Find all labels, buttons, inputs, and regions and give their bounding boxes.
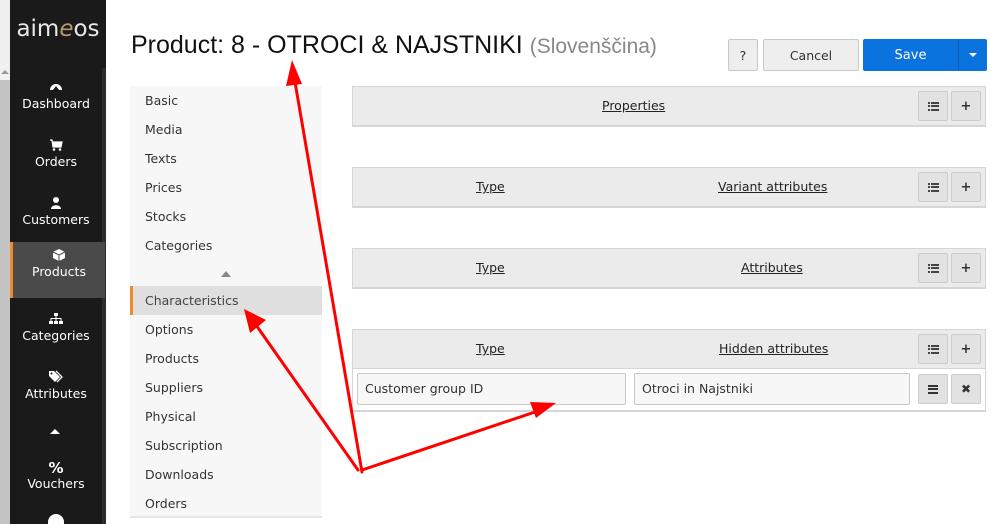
nav-label: Categories xyxy=(22,328,90,343)
dashboard-icon xyxy=(10,74,102,96)
logo-text-end: os xyxy=(73,16,100,42)
scrollbar-track[interactable] xyxy=(0,80,10,524)
list-icon xyxy=(927,263,939,273)
plus-icon: + xyxy=(960,98,972,114)
properties-panel: Properties + xyxy=(352,86,986,127)
help-button[interactable]: ? xyxy=(728,39,758,71)
comments-icon[interactable] xyxy=(48,514,64,524)
aimeos-logo[interactable]: aimeos xyxy=(10,16,106,42)
language-label: (Slovenščina) xyxy=(529,35,657,58)
columns-toggle-button[interactable] xyxy=(918,91,948,121)
list-icon xyxy=(927,182,939,192)
type-sort-link[interactable]: Type xyxy=(476,341,505,356)
scroll-up-arrow-icon[interactable] xyxy=(1,70,9,74)
tab-characteristics[interactable]: Characteristics xyxy=(130,286,322,315)
plus-icon: + xyxy=(960,179,972,195)
tab-subscription[interactable]: Subscription xyxy=(130,431,322,460)
arrow-to-customer-group-field xyxy=(360,410,537,472)
nav-item-orders[interactable]: Orders xyxy=(10,132,102,190)
close-icon: ✖ xyxy=(960,382,972,396)
page-title: Product: 8 - OTROCI & NAJSTNIKI (Slovenš… xyxy=(131,31,657,60)
columns-toggle-button[interactable] xyxy=(918,334,948,364)
tab-orders[interactable]: Orders xyxy=(130,489,322,518)
page: aimeos Dashboard Orders Customers Produc… xyxy=(0,0,997,524)
columns-toggle-button[interactable] xyxy=(918,253,948,283)
outer-scrollbar[interactable] xyxy=(0,0,10,524)
panel-header: Properties + xyxy=(353,87,985,125)
tab-suppliers[interactable]: Suppliers xyxy=(130,373,322,402)
tab-products[interactable]: Products xyxy=(130,344,322,373)
attribute-value-field[interactable]: Otroci in Najstniki xyxy=(634,373,910,405)
columns-toggle-button[interactable] xyxy=(918,172,948,202)
save-button[interactable]: Save xyxy=(863,39,958,71)
nav-item-categories[interactable]: Categories xyxy=(10,306,102,364)
tab-basic[interactable]: Basic xyxy=(130,86,322,115)
logo-text: aim xyxy=(16,16,60,42)
caret-down-icon xyxy=(968,53,977,57)
plus-icon: + xyxy=(960,260,972,276)
move-row-handle[interactable] xyxy=(918,374,948,404)
collapse-tabs-icon[interactable] xyxy=(221,271,231,277)
nav-item-customers[interactable]: Customers xyxy=(10,190,102,248)
add-variant-attribute-button[interactable]: + xyxy=(951,172,981,202)
nav-label: Orders xyxy=(34,154,78,169)
nav-item-dashboard[interactable]: Dashboard xyxy=(10,74,102,132)
bars-icon xyxy=(928,384,938,394)
tab-texts[interactable]: Texts xyxy=(130,144,322,173)
percent-icon: % xyxy=(48,459,64,477)
attributes-sort-link[interactable]: Attributes xyxy=(741,260,803,275)
tab-categories[interactable]: Categories xyxy=(130,231,322,260)
sitemap-icon xyxy=(10,306,102,328)
product-tab-list: Basic Media Texts Prices Stocks Categori… xyxy=(130,86,322,518)
tab-media[interactable]: Media xyxy=(130,115,322,144)
user-icon xyxy=(10,190,102,212)
cart-icon xyxy=(10,132,102,154)
product-title: Product: 8 - OTROCI & NAJSTNIKI xyxy=(131,31,523,59)
nav-label: Attributes xyxy=(25,386,87,401)
attribute-type-field[interactable]: Customer group ID xyxy=(357,373,626,405)
hidden-attributes-sort-link[interactable]: Hidden attributes xyxy=(719,341,828,356)
tab-physical[interactable]: Physical xyxy=(130,402,322,431)
logo-accent: e xyxy=(59,16,74,42)
type-sort-link[interactable]: Type xyxy=(476,179,505,194)
variant-attributes-panel: Type Variant attributes + xyxy=(352,167,986,208)
panel-header: Type Attributes + xyxy=(353,249,985,287)
cancel-button[interactable]: Cancel xyxy=(763,39,859,71)
tab-options[interactable]: Options xyxy=(130,315,322,344)
arrowhead-title xyxy=(286,60,302,86)
delete-row-button[interactable]: ✖ xyxy=(951,374,981,404)
type-sort-link[interactable]: Type xyxy=(476,260,505,275)
tab-prices[interactable]: Prices xyxy=(130,173,322,202)
panel-header: Type Hidden attributes + xyxy=(353,330,985,368)
tags-icon xyxy=(10,364,102,386)
nav-item-vouchers[interactable]: % Vouchers xyxy=(10,454,102,512)
nav-item-products[interactable]: Products xyxy=(10,242,105,298)
tab-stocks[interactable]: Stocks xyxy=(130,202,322,231)
properties-sort-link[interactable]: Properties xyxy=(602,98,665,113)
list-icon xyxy=(927,344,939,354)
nav-item-attributes[interactable]: Attributes xyxy=(10,364,102,422)
hidden-attributes-panel: Type Hidden attributes + Customer group … xyxy=(352,329,986,412)
cube-icon xyxy=(13,242,105,264)
save-options-dropdown[interactable] xyxy=(958,39,987,71)
main-navigation: aimeos Dashboard Orders Customers Produc… xyxy=(10,0,106,524)
add-property-button[interactable]: + xyxy=(951,91,981,121)
add-attribute-button[interactable]: + xyxy=(951,253,981,283)
nav-label: Products xyxy=(32,264,86,279)
nav-label: Dashboard xyxy=(22,96,90,111)
add-hidden-attribute-button[interactable]: + xyxy=(951,334,981,364)
nav-label: Customers xyxy=(22,212,90,227)
nav-label: Vouchers xyxy=(27,476,85,491)
list-icon xyxy=(927,101,939,111)
panel-header: Type Variant attributes + xyxy=(353,168,985,206)
attributes-panel: Type Attributes + xyxy=(352,248,986,289)
caret-up-icon[interactable] xyxy=(50,429,60,434)
variant-attributes-sort-link[interactable]: Variant attributes xyxy=(718,179,827,194)
tab-downloads[interactable]: Downloads xyxy=(130,460,322,489)
hidden-attribute-row: Customer group ID Otroci in Najstniki ✖ xyxy=(353,368,985,410)
plus-icon: + xyxy=(960,341,972,357)
